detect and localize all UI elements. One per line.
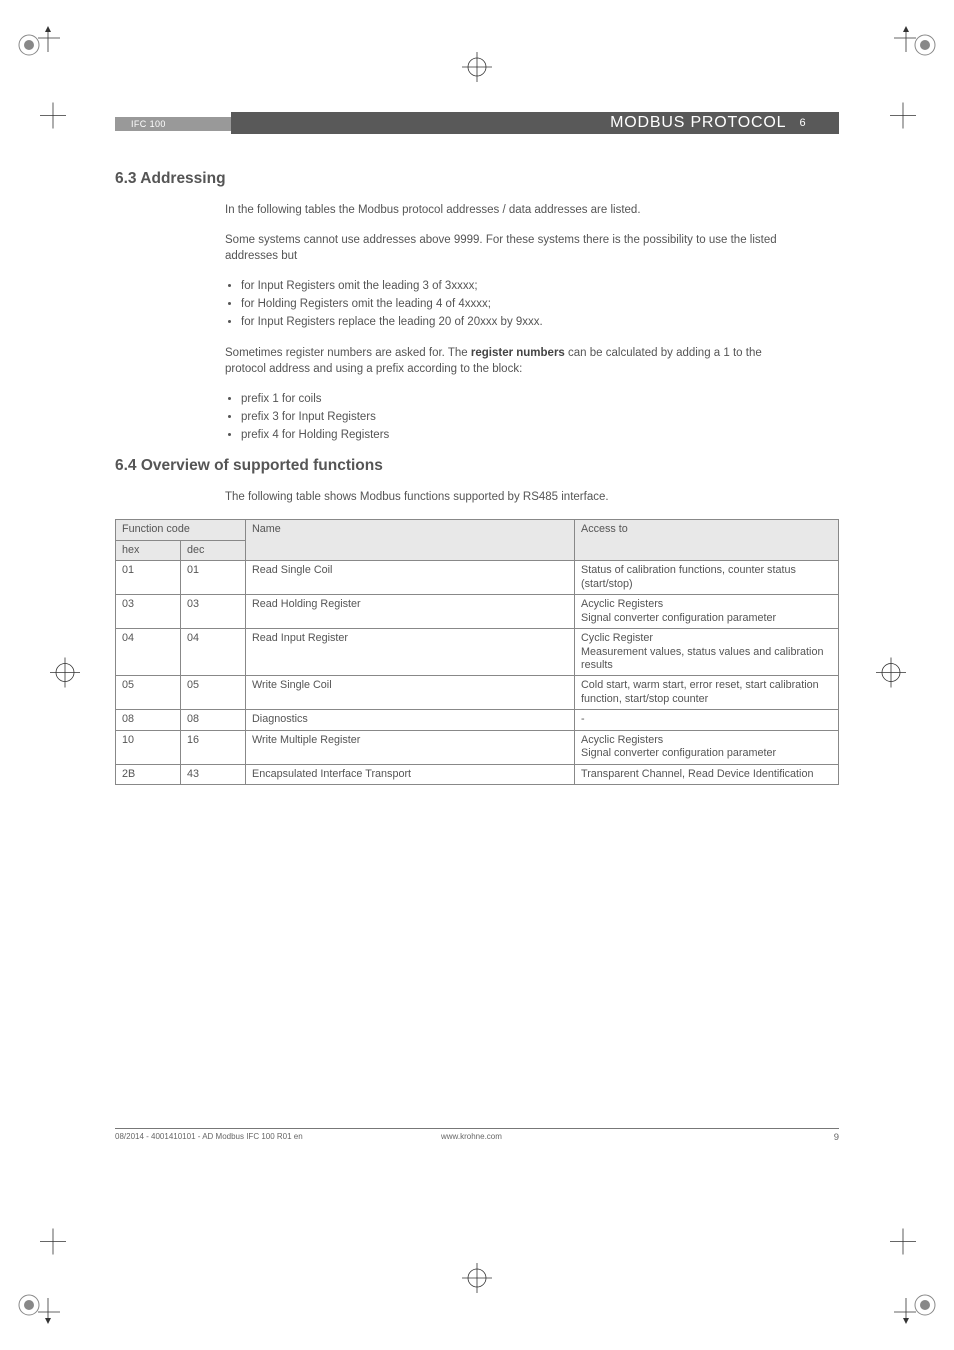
cell-access: Status of calibration functions, counter… — [575, 561, 839, 595]
crop-mark-icon — [462, 1263, 492, 1298]
cell-hex: 05 — [116, 676, 181, 710]
table-row: 2B43Encapsulated Interface TransportTran… — [116, 764, 839, 784]
para-6-3-1: In the following tables the Modbus proto… — [225, 202, 785, 218]
col-dec: dec — [181, 540, 246, 560]
table-row: 0808Diagnostics- — [116, 710, 839, 730]
para-6-3-2: Some systems cannot use addresses above … — [225, 232, 785, 264]
cell-access: Cold start, warm start, error reset, sta… — [575, 676, 839, 710]
cell-hex: 08 — [116, 710, 181, 730]
section-number-box: 6 — [795, 115, 811, 131]
cell-access: Cyclic RegisterMeasurement values, statu… — [575, 629, 839, 676]
footer-doc-id: 08/2014 - 4001410101 - AD Modbus IFC 100… — [115, 1132, 303, 1141]
crop-mark-icon — [890, 103, 916, 134]
cell-access: Transparent Channel, Read Device Identif… — [575, 764, 839, 784]
crop-mark-icon — [50, 658, 80, 693]
col-hex: hex — [116, 540, 181, 560]
table-row: 1016Write Multiple RegisterAcyclic Regis… — [116, 730, 839, 764]
cell-name: Diagnostics — [246, 710, 575, 730]
list-item: prefix 3 for Input Registers — [241, 409, 785, 425]
header-title: MODBUS PROTOCOL 6 — [610, 112, 811, 134]
bullets-6-3-b: prefix 1 for coils prefix 3 for Input Re… — [225, 391, 785, 443]
cell-access: Acyclic RegistersSignal converter config… — [575, 730, 839, 764]
registration-mark-icon — [14, 1290, 60, 1336]
list-item: for Input Registers replace the leading … — [241, 314, 785, 330]
table-row: 0303Read Holding RegisterAcyclic Registe… — [116, 595, 839, 629]
header-title-text: MODBUS PROTOCOL — [610, 114, 786, 131]
cell-name: Read Holding Register — [246, 595, 575, 629]
cell-hex: 03 — [116, 595, 181, 629]
cell-dec: 16 — [181, 730, 246, 764]
bold-register-numbers: register numbers — [471, 347, 565, 359]
registration-mark-icon — [14, 14, 60, 60]
cell-name: Write Single Coil — [246, 676, 575, 710]
cell-dec: 08 — [181, 710, 246, 730]
table-row: 0101Read Single CoilStatus of calibratio… — [116, 561, 839, 595]
cell-dec: 43 — [181, 764, 246, 784]
page-content: IFC 100 MODBUS PROTOCOL 6 6.3 Addressing… — [115, 112, 839, 785]
crop-mark-icon — [462, 52, 492, 87]
crop-mark-icon — [40, 1229, 66, 1260]
cell-hex: 01 — [116, 561, 181, 595]
list-item: prefix 4 for Holding Registers — [241, 427, 785, 443]
footer-url: www.krohne.com — [441, 1132, 502, 1141]
crop-mark-icon — [876, 658, 906, 693]
cell-dec: 01 — [181, 561, 246, 595]
product-label: IFC 100 — [131, 117, 166, 131]
cell-name: Write Multiple Register — [246, 730, 575, 764]
table-header-row: Function code Name Access to — [116, 520, 839, 540]
page-header: IFC 100 MODBUS PROTOCOL 6 — [115, 112, 839, 134]
cell-hex: 04 — [116, 629, 181, 676]
crop-mark-icon — [40, 103, 66, 134]
section-6-4-heading: 6.4 Overview of supported functions — [115, 457, 839, 475]
cell-access: Acyclic RegistersSignal converter config… — [575, 595, 839, 629]
cell-name: Encapsulated Interface Transport — [246, 764, 575, 784]
cell-hex: 10 — [116, 730, 181, 764]
header-right-bar: MODBUS PROTOCOL 6 — [231, 112, 839, 134]
list-item: prefix 1 for coils — [241, 391, 785, 407]
functions-table: Function code Name Access to hex dec 010… — [115, 519, 839, 785]
cell-access: - — [575, 710, 839, 730]
cell-dec: 04 — [181, 629, 246, 676]
list-item: for Input Registers omit the leading 3 o… — [241, 278, 785, 294]
col-access: Access to — [575, 520, 839, 561]
cell-name: Read Single Coil — [246, 561, 575, 595]
cell-dec: 03 — [181, 595, 246, 629]
para-6-3-3: Sometimes register numbers are asked for… — [225, 345, 785, 377]
list-item: for Holding Registers omit the leading 4… — [241, 296, 785, 312]
col-function-code: Function code — [116, 520, 246, 540]
crop-mark-icon — [890, 1229, 916, 1260]
cell-name: Read Input Register — [246, 629, 575, 676]
col-name: Name — [246, 520, 575, 561]
table-row: 0404Read Input RegisterCyclic RegisterMe… — [116, 629, 839, 676]
footer-page-number: 9 — [834, 1132, 839, 1143]
page-footer: 08/2014 - 4001410101 - AD Modbus IFC 100… — [115, 1128, 839, 1143]
cell-hex: 2B — [116, 764, 181, 784]
section-6-3-heading: 6.3 Addressing — [115, 170, 839, 188]
bullets-6-3-a: for Input Registers omit the leading 3 o… — [225, 278, 785, 330]
para-6-4-intro: The following table shows Modbus functio… — [225, 489, 785, 505]
registration-mark-icon — [894, 1290, 940, 1336]
text-fragment: Sometimes register numbers are asked for… — [225, 347, 471, 359]
table-row: 0505Write Single CoilCold start, warm st… — [116, 676, 839, 710]
cell-dec: 05 — [181, 676, 246, 710]
registration-mark-icon — [894, 14, 940, 60]
